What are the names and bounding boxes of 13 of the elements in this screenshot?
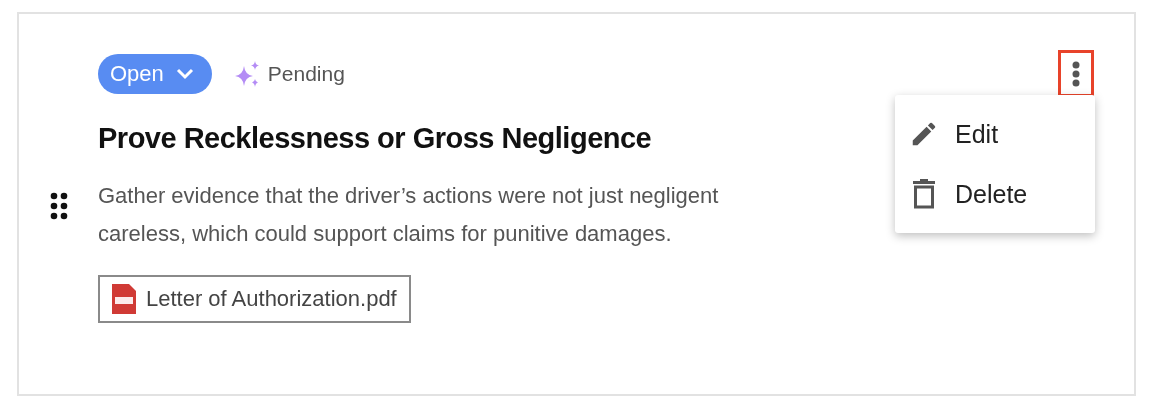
menu-item[interactable]: Delete [895, 164, 1095, 224]
task-title: Prove Recklessness or Gross Negligence [98, 122, 652, 155]
trash-icon [913, 179, 935, 209]
menu-item[interactable]: Edit [895, 104, 1095, 164]
description-text: Gather evidence that the driver’s actions were not just negligent [98, 182, 719, 210]
pending-status: Pending [267, 62, 345, 86]
pdf-file-icon [112, 284, 136, 314]
drag-handle-icon[interactable] [49, 192, 68, 220]
kebab-icon [1072, 60, 1080, 87]
chevron-icon [175, 68, 194, 80]
description-text: careless, which could support claims for punitive damages. [98, 220, 672, 248]
more-options-button[interactable] [1058, 50, 1094, 97]
attachment-chip[interactable]: Letter of Authorization.pdf [98, 275, 411, 323]
